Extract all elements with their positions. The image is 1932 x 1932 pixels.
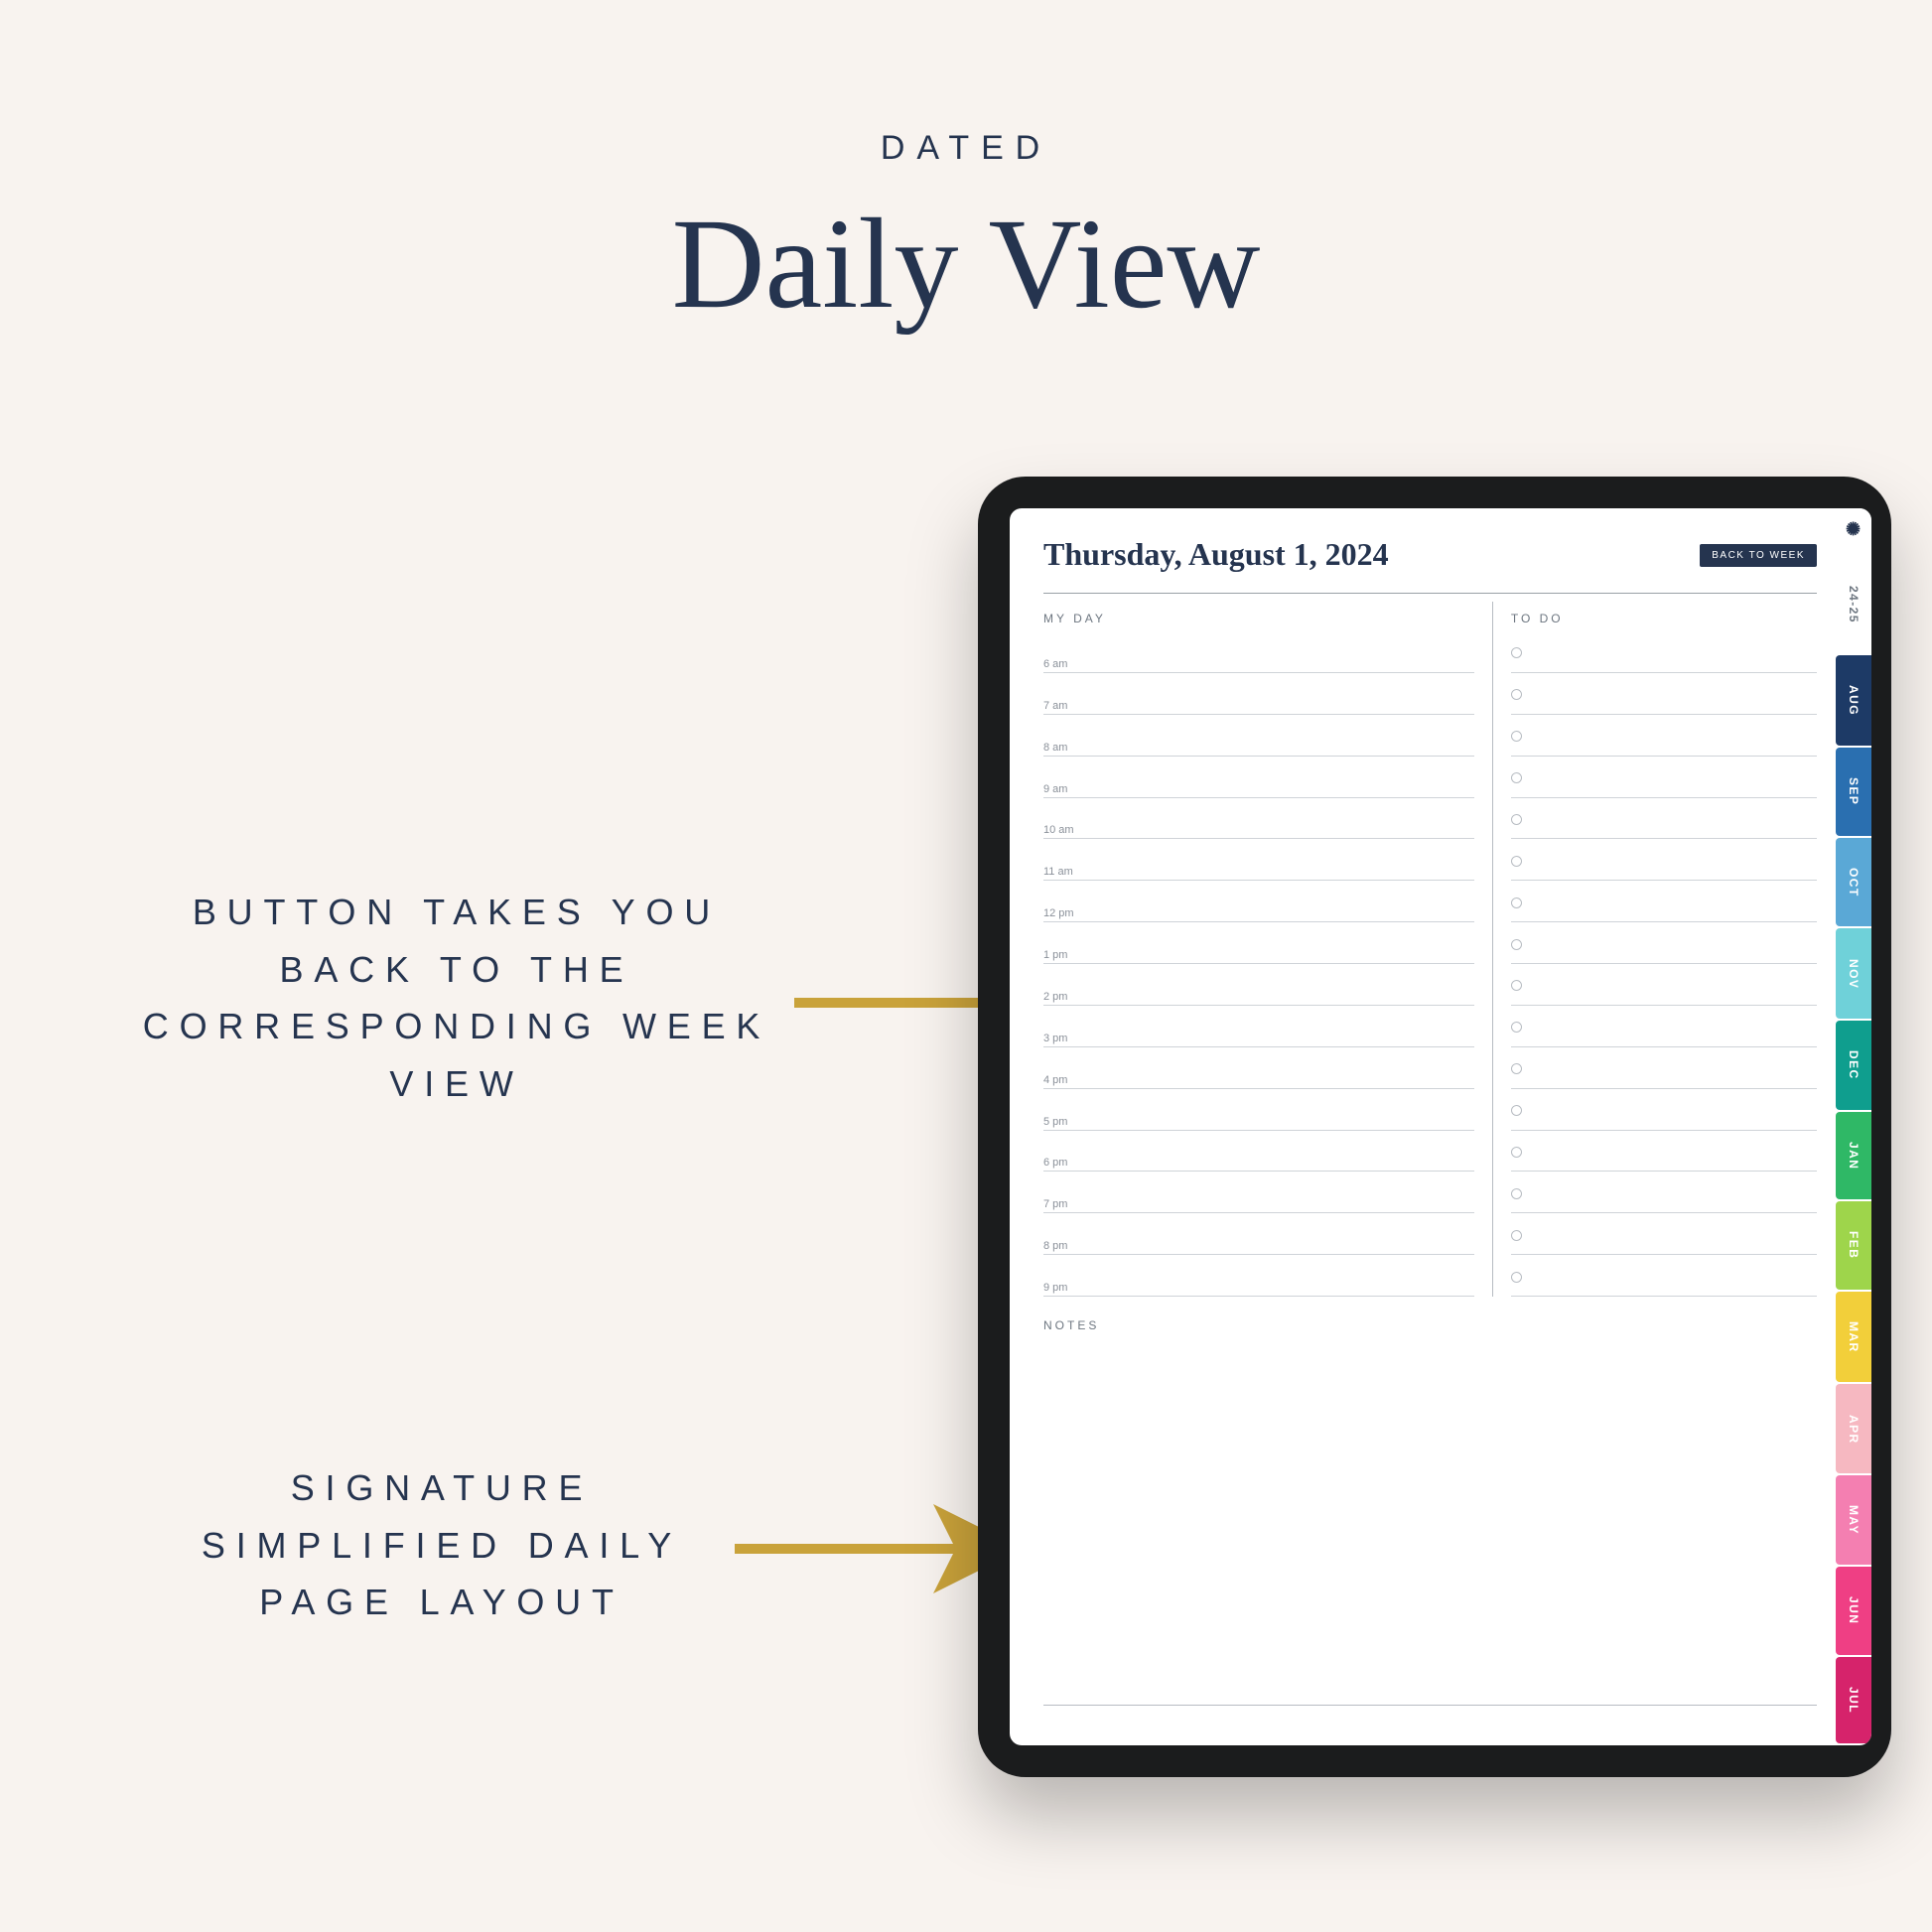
notes-heading: NOTES: [1043, 1318, 1817, 1332]
hour-row[interactable]: 12 pm: [1043, 881, 1474, 922]
tab-jul[interactable]: JUL: [1836, 1657, 1871, 1743]
tab-aug[interactable]: AUG: [1836, 655, 1871, 746]
todo-row[interactable]: [1511, 673, 1817, 715]
todo-heading: TO DO: [1511, 602, 1817, 631]
tab-logo[interactable]: ✺: [1836, 508, 1871, 554]
todo-row[interactable]: [1511, 631, 1817, 673]
planner-page: Thursday, August 1, 2024 BACK TO WEEK MY…: [1043, 536, 1817, 1718]
hour-row[interactable]: 9 am: [1043, 757, 1474, 798]
todo-row[interactable]: [1511, 839, 1817, 881]
todo-row[interactable]: [1511, 1213, 1817, 1255]
todo-row[interactable]: [1511, 798, 1817, 840]
tab-sep[interactable]: SEP: [1836, 748, 1871, 835]
month-tabs: ✺ 24-25AUGSEPOCTNOVDECJANFEBMARAPRMAYJUN…: [1836, 508, 1871, 1745]
tablet-frame: ✺ 24-25AUGSEPOCTNOVDECJANFEBMARAPRMAYJUN…: [978, 477, 1891, 1777]
tab-feb[interactable]: FEB: [1836, 1201, 1871, 1289]
hour-row[interactable]: 4 pm: [1043, 1047, 1474, 1089]
tab-dec[interactable]: DEC: [1836, 1021, 1871, 1110]
hour-row[interactable]: 11 am: [1043, 839, 1474, 881]
hour-row[interactable]: 3 pm: [1043, 1006, 1474, 1047]
tab-jan[interactable]: JAN: [1836, 1112, 1871, 1199]
todo-row[interactable]: [1511, 1089, 1817, 1131]
hour-row[interactable]: 8 pm: [1043, 1213, 1474, 1255]
hour-row[interactable]: 6 am: [1043, 631, 1474, 673]
tab-may[interactable]: MAY: [1836, 1475, 1871, 1565]
hour-row[interactable]: 5 pm: [1043, 1089, 1474, 1131]
tab-jun[interactable]: JUN: [1836, 1567, 1871, 1654]
todo-row[interactable]: [1511, 1131, 1817, 1173]
columns: MY DAY 6 am7 am8 am9 am10 am11 am12 pm1 …: [1043, 602, 1817, 1297]
hour-row[interactable]: 7 pm: [1043, 1172, 1474, 1213]
hour-row[interactable]: 7 am: [1043, 673, 1474, 715]
notes-bottom-rule: [1043, 1705, 1817, 1706]
tab-mar[interactable]: MAR: [1836, 1292, 1871, 1383]
hour-row[interactable]: 2 pm: [1043, 964, 1474, 1006]
hour-row[interactable]: 6 pm: [1043, 1131, 1474, 1173]
callout-back-button: BUTTON TAKES YOU BACK TO THE CORRESPONDI…: [139, 884, 774, 1112]
todo-row[interactable]: [1511, 1172, 1817, 1213]
tab-apr[interactable]: APR: [1836, 1384, 1871, 1473]
hour-row[interactable]: 1 pm: [1043, 922, 1474, 964]
tablet-screen: ✺ 24-25AUGSEPOCTNOVDECJANFEBMARAPRMAYJUN…: [1010, 508, 1871, 1745]
my-day-heading: MY DAY: [1043, 602, 1474, 631]
back-to-week-button[interactable]: BACK TO WEEK: [1700, 544, 1817, 567]
title-eyebrow: DATED: [0, 129, 1932, 168]
title-block: DATED Daily View: [0, 129, 1932, 339]
todo-row[interactable]: [1511, 1047, 1817, 1089]
todo-row[interactable]: [1511, 881, 1817, 922]
my-day-column: MY DAY 6 am7 am8 am9 am10 am11 am12 pm1 …: [1043, 602, 1492, 1297]
todo-row[interactable]: [1511, 715, 1817, 757]
title-headline: Daily View: [0, 190, 1932, 339]
todo-row[interactable]: [1511, 922, 1817, 964]
todo-row[interactable]: [1511, 757, 1817, 798]
hour-row[interactable]: 10 am: [1043, 798, 1474, 840]
todo-row[interactable]: [1511, 964, 1817, 1006]
hour-row[interactable]: 8 am: [1043, 715, 1474, 757]
todo-column: TO DO: [1492, 602, 1817, 1297]
divider: [1043, 593, 1817, 594]
callout-layout: SIGNATURE SIMPLIFIED DAILY PAGE LAYOUT: [174, 1459, 710, 1631]
todo-row[interactable]: [1511, 1006, 1817, 1047]
tab-2425[interactable]: 24-25: [1836, 556, 1871, 653]
hour-row[interactable]: 9 pm: [1043, 1255, 1474, 1297]
todo-row[interactable]: [1511, 1255, 1817, 1297]
tab-oct[interactable]: OCT: [1836, 838, 1871, 927]
tab-nov[interactable]: NOV: [1836, 928, 1871, 1018]
